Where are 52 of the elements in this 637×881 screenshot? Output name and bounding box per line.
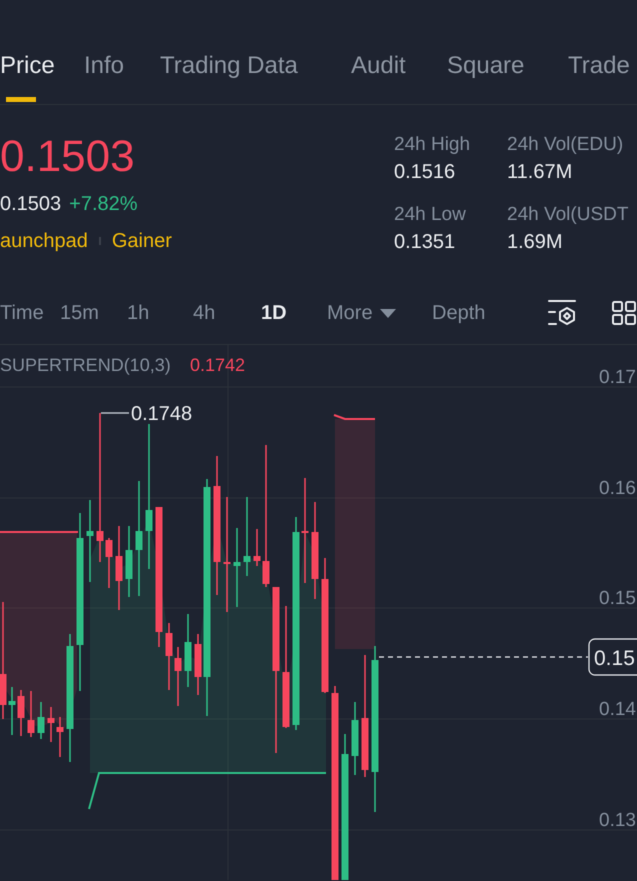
interval-tab[interactable]: 15m: [60, 301, 99, 325]
indicator-value: 0.1742: [190, 355, 246, 375]
price-tag: 0.15: [588, 638, 637, 676]
stat-label: 24h Vol(USDT: [507, 203, 628, 227]
stat-label: 24h High: [394, 133, 470, 157]
candle: [106, 538, 112, 588]
indicator-name: SUPERTREND(10,3): [0, 355, 171, 375]
caret-icon: [380, 308, 396, 318]
tag-link[interactable]: Gainer: [112, 229, 172, 253]
stat-label: 24h Low: [394, 203, 466, 227]
candle: [56, 717, 64, 757]
tab[interactable]: Trade: [568, 40, 630, 102]
interval-tab[interactable]: Depth: [432, 301, 486, 325]
tab[interactable]: Audit: [351, 40, 406, 102]
interval-tab[interactable]: 1D: [261, 301, 287, 325]
hexagon-lines-icon[interactable]: [548, 300, 576, 326]
interval-tab[interactable]: Time: [0, 301, 44, 325]
stat-value: 1.69M: [507, 230, 563, 254]
tab[interactable]: Square: [447, 40, 524, 102]
fiat-price: 0.1503: [0, 192, 62, 216]
candle: [126, 526, 132, 597]
supertrend-line: [334, 414, 375, 420]
candle: [254, 529, 260, 566]
interval-tab[interactable]: 4h: [193, 301, 216, 325]
axis-label: 0.16: [599, 478, 636, 499]
tag-link[interactable]: aunchpad: [0, 229, 88, 253]
candle: [8, 687, 16, 735]
candle: [38, 702, 44, 739]
high-price-label: 0.1748: [131, 403, 192, 425]
leader-line: [101, 412, 129, 414]
axis-label: 0.14: [599, 699, 636, 720]
tab[interactable]: Info: [84, 40, 124, 102]
candle: [28, 691, 34, 737]
tab[interactable]: Price: [0, 40, 55, 102]
stat-value: 11.67M: [507, 160, 572, 184]
last-price: 0.1503: [0, 131, 136, 183]
candle: [194, 634, 202, 695]
axis-label: 0.15: [599, 588, 636, 609]
candle: [166, 623, 172, 690]
axis-label: 0.13: [599, 810, 636, 831]
stat-value: 0.1516: [394, 160, 456, 184]
grid-icon[interactable]: [612, 301, 636, 325]
dropdown-button[interactable]: More: [327, 301, 396, 325]
axis-label: 0.17: [599, 367, 636, 388]
stat-label: 24h Vol(EDU): [507, 133, 624, 157]
tab[interactable]: Trading Data: [160, 40, 298, 102]
candle: [174, 647, 182, 706]
stat-value: 0.1351: [394, 230, 456, 254]
price-change: +7.82%: [69, 192, 138, 216]
candle: [18, 690, 24, 736]
candle: [48, 707, 54, 742]
interval-tab[interactable]: 1h: [127, 301, 150, 325]
